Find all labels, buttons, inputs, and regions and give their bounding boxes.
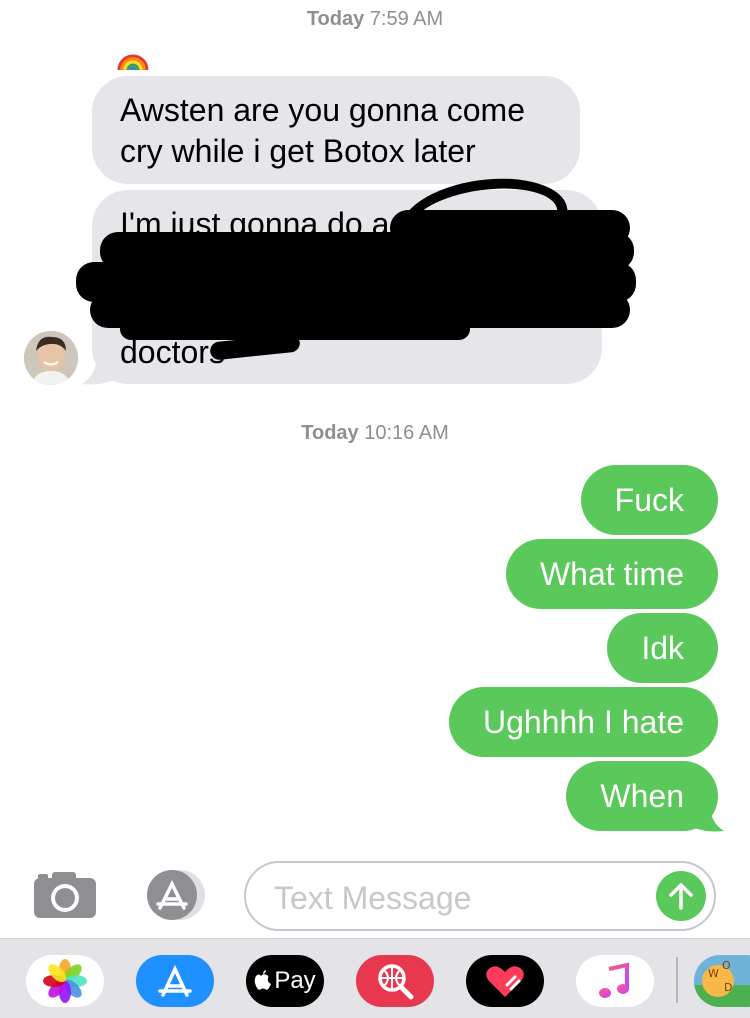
incoming-message-bubble[interactable]: Awsten are you gonna come cry while i ge… <box>92 76 580 184</box>
apple-pay-app-button[interactable]: Pay <box>246 955 324 1007</box>
send-button[interactable] <box>656 871 706 921</box>
camera-icon <box>34 872 96 918</box>
photos-app-button[interactable] <box>26 955 104 1007</box>
outgoing-message-bubble[interactable]: What time <box>505 539 718 609</box>
timestamp-time: 7:59 AM <box>364 8 444 30</box>
svg-text:D: D <box>724 981 732 994</box>
word-game-icon: W O D <box>694 959 750 1007</box>
timestamp: Today 7:59 AM <box>0 8 750 31</box>
music-app-button[interactable] <box>576 955 654 1007</box>
message-text: Fuck <box>614 482 684 518</box>
outgoing-message-bubble[interactable]: Fuck <box>580 465 718 535</box>
digital-touch-app-button[interactable] <box>466 955 544 1007</box>
svg-text:W: W <box>708 967 719 980</box>
apple-pay-label: Pay <box>274 967 316 994</box>
message-text: What time <box>539 556 684 592</box>
text-message-input[interactable] <box>272 873 636 923</box>
message-text: Ughhhh I hate <box>482 704 684 740</box>
message-composer <box>244 861 716 931</box>
digital-touch-icon <box>486 966 524 997</box>
outgoing-message-bubble[interactable]: Idk <box>607 613 718 683</box>
app-drawer-divider <box>676 957 678 1003</box>
message-text: Awsten are you gonna come cry while i ge… <box>120 92 525 169</box>
incoming-bubble-tail <box>80 352 114 386</box>
timestamp-time: 10:16 AM <box>358 422 449 444</box>
timestamp-day: Today <box>306 8 365 30</box>
search-images-icon <box>378 964 414 1000</box>
timestamp: Today 10:16 AM <box>0 422 750 445</box>
outgoing-message-bubble[interactable]: Ughhhh I hate <box>448 687 718 757</box>
message-text: Idk <box>641 630 684 666</box>
camera-button[interactable] <box>30 870 100 920</box>
rainbow-icon <box>116 42 150 72</box>
app-store-icon <box>158 964 192 997</box>
arrow-up-icon <box>669 883 693 910</box>
search-images-app-button[interactable] <box>356 955 434 1007</box>
contact-avatar[interactable] <box>24 331 78 385</box>
timestamp-day: Today <box>301 422 359 444</box>
app-store-icon <box>147 870 205 920</box>
app-store-app-button[interactable] <box>136 955 214 1007</box>
app-store-button[interactable] <box>138 868 212 922</box>
word-game-app-button[interactable]: W O D <box>694 955 750 1007</box>
apple-pay-icon <box>255 970 272 990</box>
svg-text:O: O <box>722 959 731 972</box>
app-drawer: Pay W O D <box>0 938 750 1018</box>
music-icon <box>599 962 629 998</box>
outgoing-bubble-tail <box>692 799 726 833</box>
photos-icon <box>43 959 87 1003</box>
message-text: When <box>600 778 684 814</box>
